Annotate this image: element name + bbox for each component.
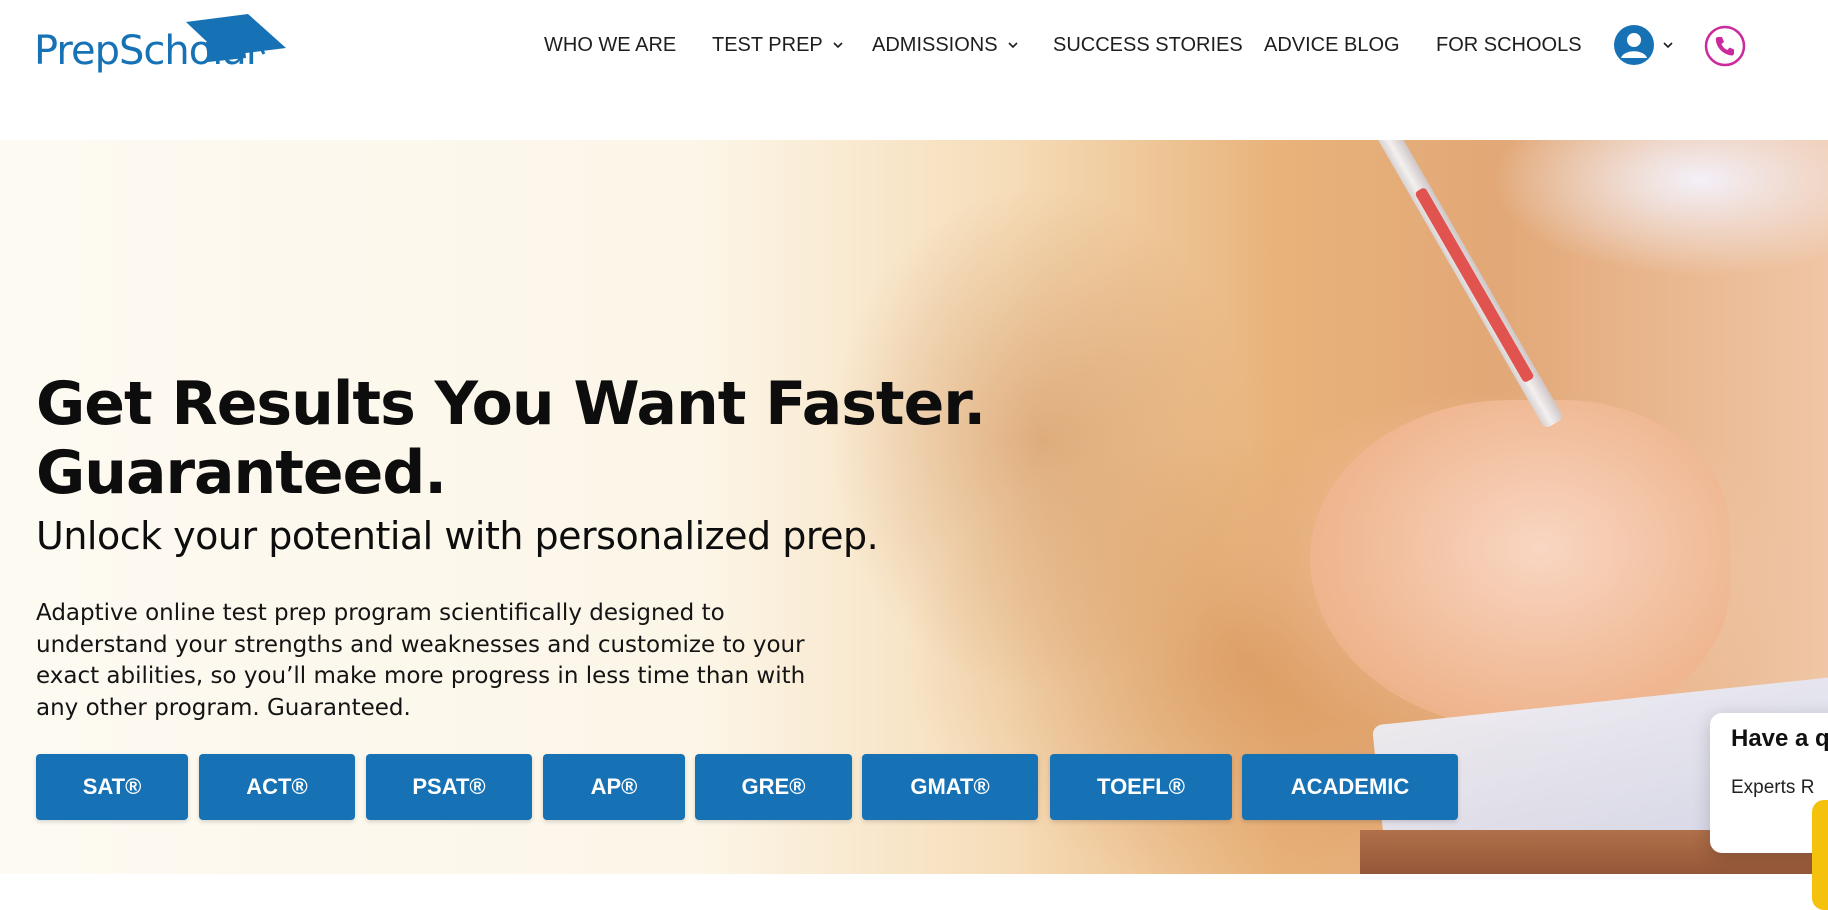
site-header: PrepScholar WHO WE ARE TEST PREP ADMISSI… bbox=[0, 0, 1828, 140]
ap-button[interactable]: AP® bbox=[543, 754, 685, 820]
phone-button[interactable] bbox=[1704, 25, 1746, 72]
nav-advice-blog[interactable]: ADVICE BLOG bbox=[1264, 30, 1400, 60]
nav-test-prep-label: TEST PREP bbox=[712, 34, 823, 56]
ap-button-label: AP® bbox=[590, 774, 638, 799]
act-button-label: ACT® bbox=[246, 774, 308, 799]
academic-button-label: ACADEMIC bbox=[1290, 774, 1410, 799]
nav-for-schools-label: FOR SCHOOLS bbox=[1436, 34, 1582, 56]
graduation-cap-icon bbox=[186, 14, 286, 62]
chat-widget[interactable]: Have a q Experts R bbox=[1710, 713, 1828, 853]
nav-admissions-label: ADMISSIONS bbox=[872, 34, 998, 56]
hero-subheadline: Unlock your potential with personalized … bbox=[36, 514, 879, 558]
hero-description: Adaptive online test prep program scient… bbox=[36, 600, 806, 721]
chat-subtitle: Experts R bbox=[1731, 777, 1815, 798]
prepscholar-logo[interactable]: PrepScholar bbox=[34, 14, 286, 80]
toefl-button[interactable]: TOEFL® bbox=[1050, 754, 1232, 820]
gmat-button[interactable]: GMAT® bbox=[862, 754, 1038, 820]
hero-section: Get Results You Want Faster. Guaranteed.… bbox=[0, 140, 1828, 874]
hero-hand-shape bbox=[1310, 400, 1730, 730]
gmat-button-label: GMAT® bbox=[910, 774, 990, 799]
user-circle-icon bbox=[1614, 25, 1654, 65]
hero-headline: Get Results You Want Faster. Guaranteed. bbox=[36, 369, 986, 508]
hero-headline-line1: Get Results You Want Faster. bbox=[36, 369, 986, 439]
gre-button-label: GRE® bbox=[741, 774, 806, 799]
chat-title: Have a q bbox=[1731, 725, 1828, 752]
nav-test-prep[interactable]: TEST PREP bbox=[712, 30, 845, 60]
sat-button[interactable]: SAT® bbox=[36, 754, 188, 820]
nav-admissions[interactable]: ADMISSIONS bbox=[872, 30, 1020, 60]
nav-who-we-are[interactable]: WHO WE ARE bbox=[544, 30, 676, 60]
chevron-down-icon bbox=[833, 42, 843, 49]
academic-button[interactable]: ACADEMIC bbox=[1242, 754, 1458, 820]
nav-success-stories-label: SUCCESS STORIES bbox=[1053, 34, 1243, 56]
hero-headline-line2: Guaranteed. bbox=[36, 438, 447, 508]
chevron-down-icon bbox=[1008, 42, 1018, 49]
act-button[interactable]: ACT® bbox=[199, 754, 355, 820]
nav-success-stories[interactable]: SUCCESS STORIES bbox=[1053, 30, 1243, 60]
psat-button[interactable]: PSAT® bbox=[366, 754, 532, 820]
hero-sleeve-shape bbox=[1440, 140, 1828, 310]
account-menu[interactable] bbox=[1613, 24, 1675, 66]
toefl-button-label: TOEFL® bbox=[1097, 774, 1185, 799]
chat-launch-button[interactable] bbox=[1812, 800, 1828, 910]
nav-who-we-are-label: WHO WE ARE bbox=[544, 34, 677, 56]
psat-button-label: PSAT® bbox=[412, 774, 486, 799]
sat-button-label: SAT® bbox=[82, 774, 142, 799]
chevron-down-icon bbox=[1663, 42, 1673, 49]
nav-for-schools[interactable]: FOR SCHOOLS bbox=[1436, 30, 1582, 60]
nav-advice-blog-label: ADVICE BLOG bbox=[1264, 34, 1400, 56]
phone-icon bbox=[1704, 25, 1746, 67]
gre-button[interactable]: GRE® bbox=[695, 754, 852, 820]
